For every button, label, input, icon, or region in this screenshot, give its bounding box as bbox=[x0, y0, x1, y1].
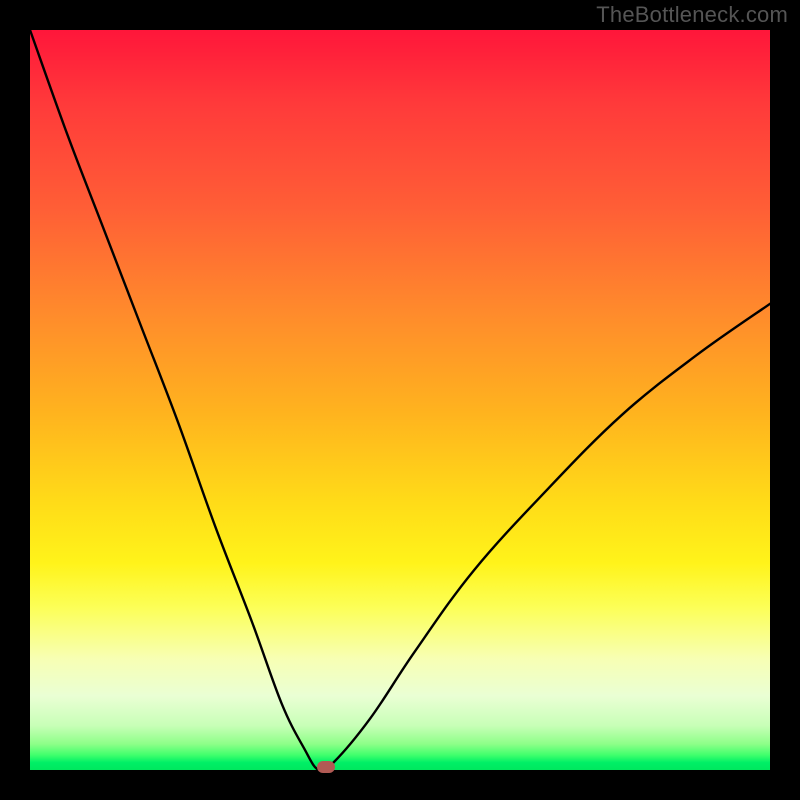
bottleneck-curve bbox=[30, 30, 770, 770]
watermark-text: TheBottleneck.com bbox=[596, 2, 788, 28]
plot-area bbox=[30, 30, 770, 770]
chart-frame: TheBottleneck.com bbox=[0, 0, 800, 800]
optimal-point-marker bbox=[317, 761, 335, 773]
